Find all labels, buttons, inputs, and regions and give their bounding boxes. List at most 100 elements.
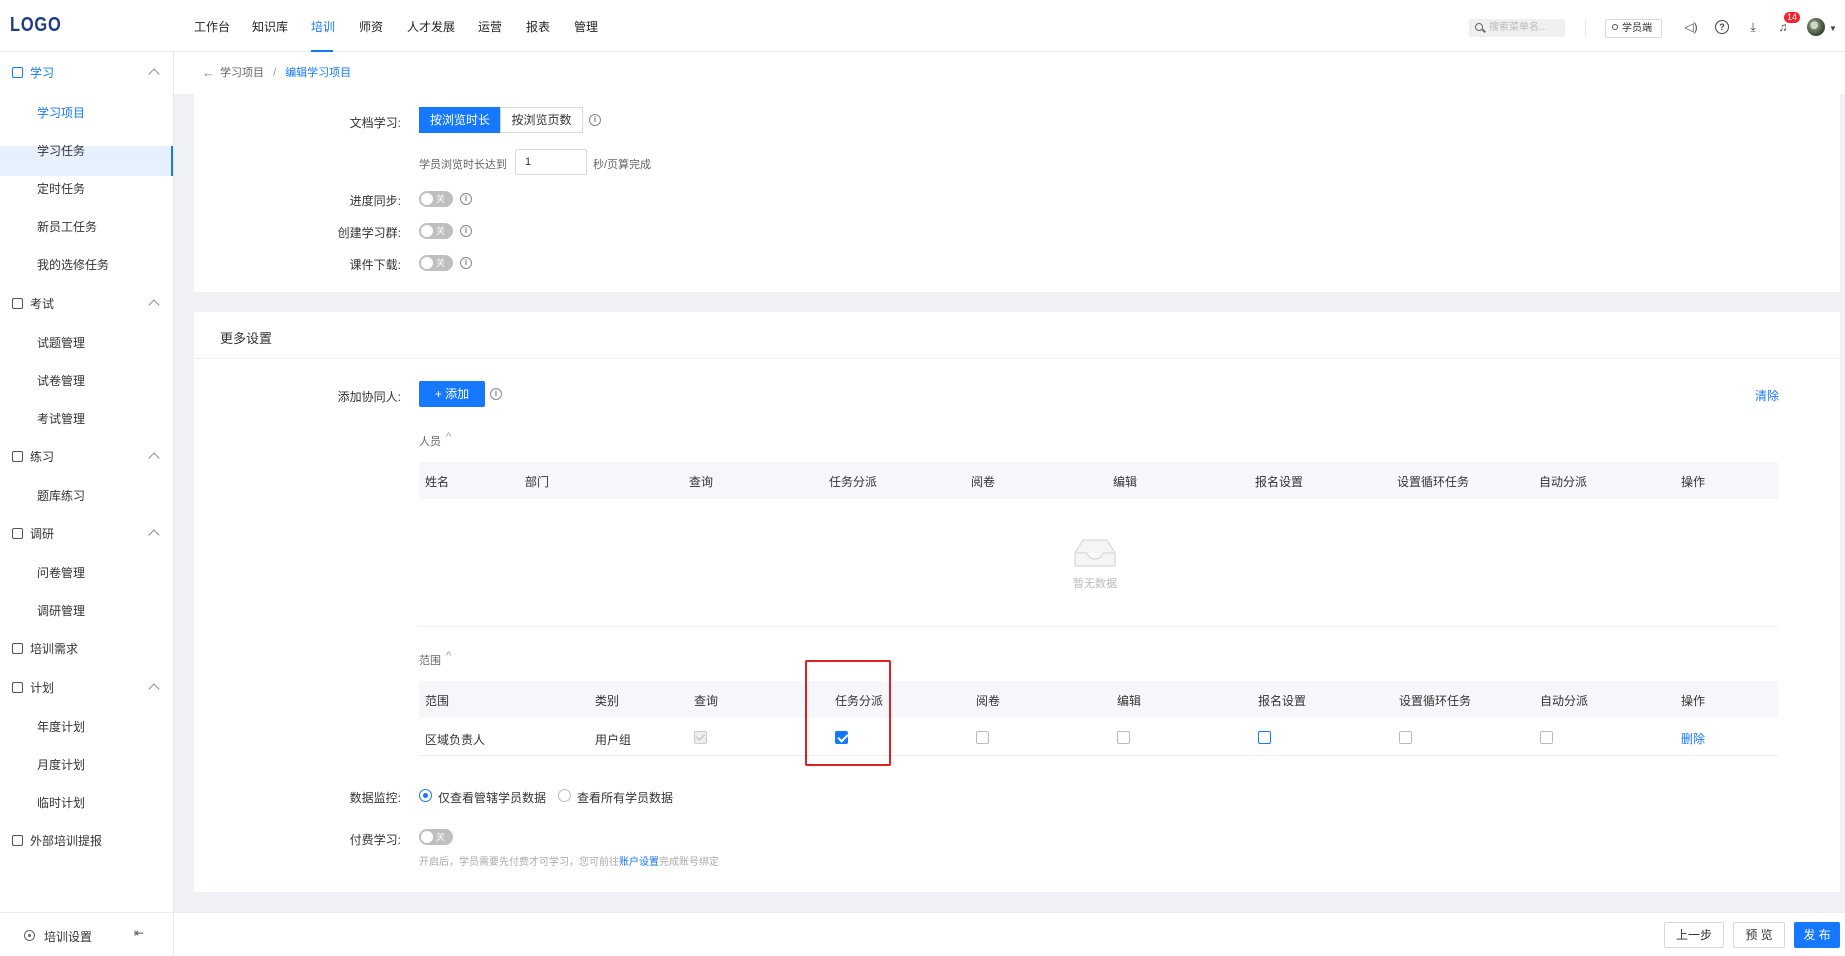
by-duration-option[interactable]: 按浏览时长 <box>419 107 501 133</box>
breadcrumb-current: 编辑学习项目 <box>285 67 352 79</box>
chevron-up-icon[interactable] <box>148 529 160 541</box>
courseware-download-toggle[interactable]: 关 <box>419 255 453 271</box>
query-checkbox <box>694 731 707 744</box>
nav-operations[interactable]: 运营 <box>478 18 502 35</box>
add-collaborator-button[interactable]: + 添加 <box>419 381 485 407</box>
sidebar-group-exam[interactable]: 考试 <box>12 295 54 312</box>
progress-sync-toggle[interactable]: 关 <box>419 191 453 207</box>
sidebar-item-my-elective-tasks[interactable]: 我的选修任务 <box>37 256 109 273</box>
by-pages-option[interactable]: 按浏览页数 <box>500 107 583 133</box>
nav-training[interactable]: 培训 <box>311 18 335 35</box>
nav-management[interactable]: 管理 <box>574 18 598 35</box>
sidebar-group-plan[interactable]: 计划 <box>12 679 54 696</box>
breadcrumb-separator: / <box>273 67 277 79</box>
info-icon[interactable]: i <box>589 114 601 126</box>
chevron-up-icon[interactable] <box>148 68 160 80</box>
back-arrow-icon[interactable]: ← <box>202 52 215 94</box>
avatar[interactable] <box>1807 18 1825 36</box>
sidebar-item-question-bank-practice[interactable]: 题库练习 <box>37 487 85 504</box>
create-group-toggle[interactable]: 关 <box>419 223 453 239</box>
sidebar-item-new-employee-tasks[interactable]: 新员工任务 <box>37 218 97 235</box>
managed-data-radio[interactable] <box>419 789 432 802</box>
all-data-label[interactable]: 查看所有学员数据 <box>577 789 673 806</box>
collapse-menu-icon[interactable]: ⇤ <box>134 926 144 940</box>
chevron-up-icon[interactable] <box>148 452 160 464</box>
managed-data-label[interactable]: 仅查看管辖学员数据 <box>438 789 546 806</box>
paid-learning-note: 开启后，学员需要先付费才可学习，您可前往账户设置完成账号绑定 <box>419 857 719 868</box>
logo: LOGO <box>10 14 62 36</box>
nav-talent-development[interactable]: 人才发展 <box>407 18 455 35</box>
seconds-input[interactable]: 1 <box>515 149 587 175</box>
calendar-icon <box>12 682 23 693</box>
help-icon[interactable]: ? <box>1715 20 1729 34</box>
download-icon[interactable]: ⤓ <box>1746 20 1760 34</box>
search-input[interactable]: 搜索菜单名... <box>1469 19 1565 37</box>
publish-button[interactable]: 发 布 <box>1794 922 1840 948</box>
shield-icon <box>12 451 23 462</box>
sidebar-item-paper-management[interactable]: 试卷管理 <box>37 372 85 389</box>
student-portal-button[interactable]: 学员端 <box>1605 19 1662 38</box>
sidebar-item-learning-projects[interactable]: 学习项目 <box>37 104 85 121</box>
sidebar-footer: 培训设置 ⇤ <box>0 912 173 956</box>
search-placeholder: 搜索菜单名... <box>1489 22 1548 33</box>
column-header: 查询 <box>689 475 714 489</box>
nav-workbench[interactable]: 工作台 <box>194 18 230 35</box>
sidebar-group-label: 计划 <box>30 681 55 695</box>
sidebar-group-training-needs[interactable]: 培训需求 <box>12 640 78 657</box>
account-settings-link[interactable]: 账户设置 <box>619 857 659 868</box>
sidebar-item-learning-tasks[interactable]: 学习任务 <box>37 142 85 159</box>
sidebar-item-monthly-plan[interactable]: 月度计划 <box>37 756 85 773</box>
nav-teachers[interactable]: 师资 <box>359 18 383 35</box>
sidebar-item-question-management[interactable]: 试题管理 <box>37 334 85 351</box>
chevron-up-icon[interactable] <box>148 683 160 695</box>
paid-learning-label: 付费学习: <box>349 833 401 847</box>
column-header: 阅卷 <box>976 694 1001 708</box>
nav-reports[interactable]: 报表 <box>526 18 550 35</box>
column-header: 类别 <box>595 694 620 708</box>
gear-icon[interactable] <box>24 930 35 941</box>
speaker-icon[interactable]: ◁) <box>1684 20 1698 34</box>
sidebar-item-temporary-plan[interactable]: 临时计划 <box>37 794 85 811</box>
loop-task-checkbox[interactable] <box>1399 731 1412 744</box>
sidebar-item-scheduled-tasks[interactable]: 定时任务 <box>37 180 85 197</box>
sidebar-group-practice[interactable]: 练习 <box>12 448 54 465</box>
sidebar-group-survey[interactable]: 调研 <box>12 525 54 542</box>
all-data-radio[interactable] <box>558 789 571 802</box>
training-settings-link[interactable]: 培训设置 <box>44 928 92 945</box>
sidebar-item-questionnaire-management[interactable]: 问卷管理 <box>37 564 85 581</box>
sidebar-group-learning[interactable]: 学习 <box>12 64 54 81</box>
sidebar-item-exam-management[interactable]: 考试管理 <box>37 410 85 427</box>
caret-down-icon[interactable]: ▼ <box>1829 24 1837 33</box>
clear-link[interactable]: 清除 <box>1755 387 1779 404</box>
sidebar-group-label: 考试 <box>30 297 55 311</box>
column-header: 设置循环任务 <box>1397 475 1470 489</box>
info-icon[interactable]: i <box>460 193 472 205</box>
info-icon[interactable]: i <box>460 257 472 269</box>
sidebar-item-survey-management[interactable]: 调研管理 <box>37 602 85 619</box>
grading-checkbox[interactable] <box>976 731 989 744</box>
sidebar-group-external-training[interactable]: 外部培训提报 <box>12 832 102 849</box>
column-header: 操作 <box>1681 475 1706 489</box>
chevron-up-icon[interactable]: ^ <box>446 431 451 443</box>
info-icon[interactable]: i <box>490 388 502 400</box>
chevron-up-icon[interactable] <box>148 299 160 311</box>
delete-link[interactable]: 删除 <box>1681 730 1705 747</box>
chevron-up-icon[interactable]: ^ <box>446 650 451 662</box>
info-icon[interactable]: i <box>460 225 472 237</box>
previous-step-button[interactable]: 上一步 <box>1664 922 1724 948</box>
sidebar-group-label: 外部培训提报 <box>30 834 103 848</box>
breadcrumb-parent[interactable]: 学习项目 <box>220 67 264 79</box>
sidebar-active-highlight <box>0 146 173 176</box>
signup-settings-checkbox[interactable] <box>1258 731 1271 744</box>
edit-checkbox[interactable] <box>1117 731 1130 744</box>
column-header: 姓名 <box>425 475 450 489</box>
breadcrumb: ← 学习项目 / 编辑学习项目 <box>174 52 1845 94</box>
nav-knowledge-base[interactable]: 知识库 <box>252 18 288 35</box>
sidebar-item-annual-plan[interactable]: 年度计划 <box>37 718 85 735</box>
document-icon <box>12 67 23 78</box>
auto-assign-checkbox[interactable] <box>1540 731 1553 744</box>
paid-learning-toggle[interactable]: 关 <box>419 829 453 845</box>
column-header: 编辑 <box>1117 694 1142 708</box>
preview-button[interactable]: 预 览 <box>1733 922 1785 948</box>
survey-icon <box>12 528 23 539</box>
